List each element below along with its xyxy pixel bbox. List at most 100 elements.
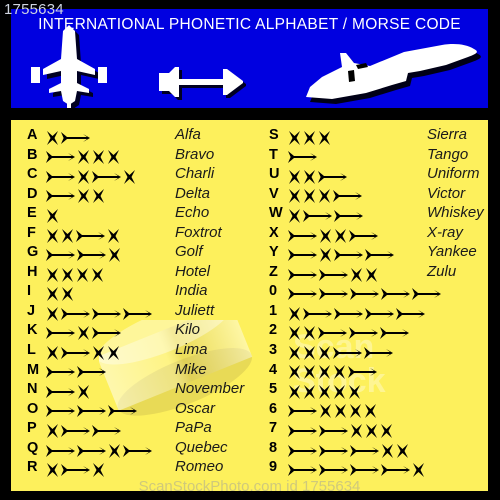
- arrow-dash-icon: [46, 444, 75, 458]
- star-dot-icon: [46, 423, 59, 438]
- star-dot-icon: [288, 208, 301, 223]
- row-morse-code: [288, 168, 349, 184]
- arrow-dash-icon: [77, 248, 106, 262]
- row-phonetic-word: PaPa: [175, 419, 212, 437]
- table-row: O Oscar: [27, 400, 267, 420]
- star-dot-icon: [319, 228, 332, 243]
- arrow-dash-icon: [77, 404, 106, 418]
- star-dot-icon: [319, 404, 332, 419]
- star-dot-icon: [46, 306, 59, 321]
- table-row: 4: [269, 361, 488, 381]
- row-character: O: [27, 400, 39, 417]
- arrow-dash-icon: [288, 268, 317, 282]
- row-morse-code: [288, 383, 363, 399]
- row-character: A: [27, 127, 38, 143]
- table-row: Y Yankee: [269, 243, 488, 263]
- star-dot-icon: [349, 404, 362, 419]
- star-dot-icon: [303, 130, 316, 145]
- row-phonetic-word: Bravo: [175, 145, 215, 163]
- row-phonetic-word: Romeo: [175, 458, 224, 476]
- arrow-dash-icon: [364, 346, 393, 360]
- star-dot-icon: [396, 443, 409, 458]
- arrow-dash-icon: [46, 326, 75, 340]
- row-morse-code: [46, 324, 123, 341]
- arrow-dash-icon: [61, 424, 90, 438]
- arrow-dash-icon: [319, 444, 348, 458]
- star-dot-icon: [334, 404, 347, 419]
- arrow-dash-icon: [92, 307, 121, 321]
- table-row: W Whiskey: [269, 204, 488, 224]
- row-morse-code: [288, 246, 396, 263]
- arrow-dash-icon: [61, 307, 90, 321]
- row-phonetic-word: Uniform: [427, 165, 480, 183]
- arrow-dash-icon: [350, 463, 379, 477]
- star-dot-icon: [318, 189, 331, 204]
- star-dot-icon: [46, 463, 59, 478]
- row-phonetic-word: Hotel: [175, 262, 211, 280]
- row-morse-code: [46, 364, 108, 380]
- arrow-dash-icon: [349, 326, 378, 340]
- row-phonetic-word: Delta: [175, 184, 211, 202]
- watermark-footer: ScanStockPhoto.com id 1755634: [138, 478, 361, 491]
- table-row: A Alfa: [27, 126, 267, 146]
- alphabet-column-right: S Sierra T Tango U Uniform V Victor W Whiskey X X-r…: [269, 126, 488, 478]
- row-character: R: [27, 459, 38, 476]
- table-row: R Romeo: [27, 458, 267, 478]
- table-row: G Golf: [27, 243, 267, 263]
- row-character: D: [27, 185, 38, 202]
- star-dot-icon: [46, 287, 59, 302]
- arrow-dash-icon: [46, 248, 75, 262]
- arrow-dash-icon: [350, 444, 379, 458]
- star-dot-icon: [46, 208, 59, 223]
- arrow-dash-icon: [123, 307, 152, 321]
- arrow-dash-icon: [288, 287, 317, 301]
- arrow-dash-icon: [61, 346, 90, 360]
- row-character: I: [27, 283, 32, 300]
- table-row: S Sierra: [269, 126, 488, 146]
- row-character: 0: [269, 283, 278, 300]
- table-row: 8: [269, 439, 488, 459]
- table-row: 0: [269, 282, 488, 302]
- row-phonetic-word: Victor: [427, 184, 466, 202]
- header-banner: INTERNATIONAL PHONETIC ALPHABET / MORSE …: [11, 9, 488, 108]
- missile-icon: [159, 67, 246, 100]
- row-morse-code: [288, 364, 379, 380]
- row-morse-code: [288, 442, 411, 458]
- row-morse-code: [288, 285, 443, 301]
- row-character: S: [269, 127, 279, 143]
- row-morse-code: [46, 285, 76, 302]
- star-dot-icon: [381, 443, 394, 458]
- table-row: T Tango: [269, 146, 488, 166]
- star-dot-icon: [288, 326, 301, 341]
- row-character: 5: [269, 381, 278, 398]
- row-character: H: [27, 263, 38, 280]
- star-dot-icon: [92, 463, 105, 478]
- star-dot-icon: [318, 130, 331, 145]
- table-row: Q Quebec: [27, 439, 267, 459]
- arrow-dash-icon: [381, 287, 410, 301]
- star-dot-icon: [46, 228, 59, 243]
- fighter-jet-side-icon: [306, 44, 481, 104]
- table-row: I India: [27, 282, 267, 302]
- table-row: 5: [269, 380, 488, 400]
- arrow-dash-icon: [318, 326, 347, 340]
- star-dot-icon: [319, 248, 332, 263]
- arrow-dash-icon: [319, 424, 348, 438]
- star-dot-icon: [303, 345, 316, 360]
- row-character: X: [269, 224, 279, 241]
- arrow-dash-icon: [61, 131, 90, 145]
- arrow-dash-icon: [303, 307, 332, 321]
- row-character: C: [27, 166, 38, 183]
- row-morse-code: [288, 305, 427, 321]
- star-dot-icon: [348, 384, 361, 399]
- row-phonetic-word: Lima: [175, 341, 208, 359]
- row-character: P: [27, 420, 37, 437]
- table-row: D Delta: [27, 185, 267, 205]
- star-dot-icon: [350, 267, 363, 282]
- arrow-dash-icon: [46, 170, 75, 184]
- arrow-dash-icon: [77, 444, 106, 458]
- star-dot-icon: [61, 267, 74, 282]
- star-dot-icon: [77, 384, 90, 399]
- star-dot-icon: [303, 365, 316, 380]
- arrow-dash-icon: [396, 307, 425, 321]
